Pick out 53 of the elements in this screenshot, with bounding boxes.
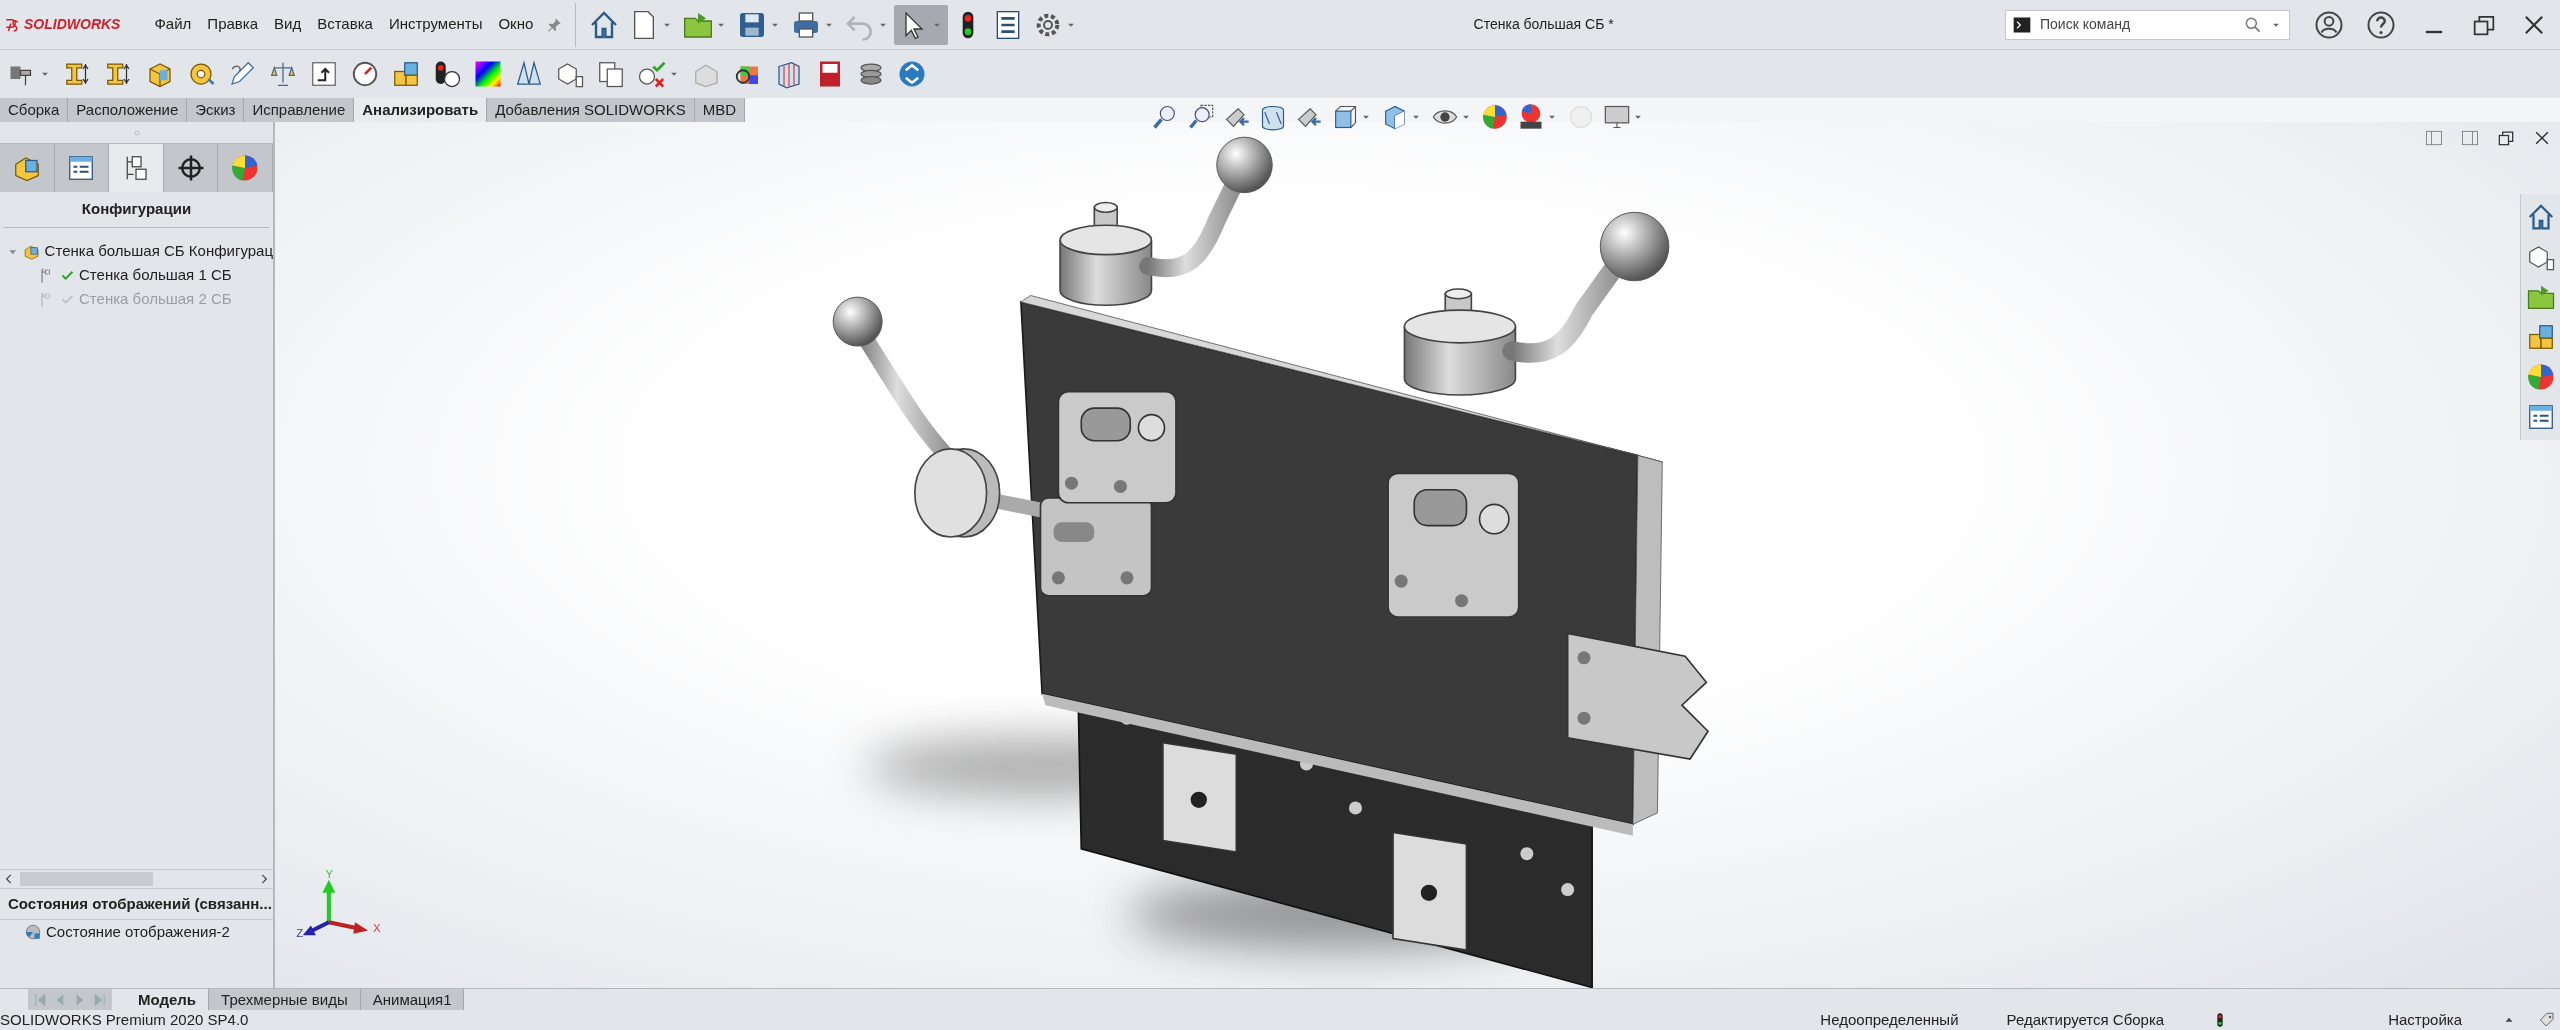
menu-item[interactable]: Правка bbox=[199, 9, 266, 40]
panel-right-icon[interactable] bbox=[2460, 128, 2480, 148]
units-button[interactable]: Настройка bbox=[2388, 1010, 2462, 1030]
section-title: Состояния отображений (связанн... bbox=[0, 888, 273, 920]
document-title: Стенка большая СБ * bbox=[1472, 15, 1615, 34]
arrow-box-icon[interactable] bbox=[309, 59, 339, 89]
tree-item[interactable]: Стенка большая 1 СБ bbox=[79, 264, 232, 287]
tag-icon[interactable] bbox=[2538, 1011, 2556, 1029]
display-state-icon bbox=[24, 923, 42, 941]
scrollbar-thumb[interactable] bbox=[20, 871, 153, 886]
sheet-tab[interactable]: Трехмерные виды bbox=[209, 989, 361, 1010]
panel-tab[interactable] bbox=[163, 144, 219, 192]
app-logo: SOLIDWORKS bbox=[24, 15, 121, 34]
tree-item[interactable]: Стенка большая СБ Конфигурац bbox=[44, 240, 273, 263]
status-text: Недоопределенный bbox=[1820, 1010, 1959, 1030]
menu-item[interactable]: Файл bbox=[146, 9, 200, 40]
axis-label: Y bbox=[325, 868, 334, 881]
menu-item[interactable]: Вид bbox=[266, 9, 310, 40]
command-tab[interactable]: Анализировать bbox=[354, 98, 488, 122]
zoom-area-icon[interactable] bbox=[1187, 103, 1215, 131]
menu-item[interactable]: Инструменты bbox=[380, 9, 491, 40]
command-tab[interactable]: Эскиз bbox=[187, 98, 245, 122]
search-field[interactable]: Поиск команд bbox=[2005, 9, 2290, 40]
axis-triad-icon bbox=[302, 879, 369, 936]
axis-label: X bbox=[372, 922, 381, 935]
panel-title: Конфигурации bbox=[4, 192, 269, 228]
blocks-icon[interactable] bbox=[391, 59, 421, 89]
menu-item[interactable]: Окно bbox=[490, 9, 542, 40]
command-tab[interactable]: Сборка bbox=[0, 98, 69, 122]
panel-tab[interactable] bbox=[109, 144, 164, 192]
search-input[interactable]: Поиск команд bbox=[2038, 13, 2237, 36]
command-tab[interactable]: Добавления SOLIDWORKS bbox=[487, 98, 695, 122]
color-ball-icon[interactable] bbox=[1481, 103, 1509, 131]
status-text: Редактируется Сборка bbox=[2006, 1010, 2165, 1030]
color-ball-icon[interactable] bbox=[2525, 362, 2556, 392]
command-tab[interactable]: Исправление bbox=[244, 98, 355, 122]
panel-left-icon[interactable] bbox=[2424, 128, 2444, 148]
panel-tab[interactable] bbox=[54, 144, 110, 192]
section-view-icon[interactable] bbox=[1259, 103, 1287, 131]
help-icon[interactable] bbox=[2366, 9, 2396, 40]
gauge-icon[interactable] bbox=[350, 59, 380, 89]
axis-label: Z bbox=[296, 926, 304, 939]
command-tab[interactable]: MBD bbox=[694, 98, 746, 122]
display-state-item[interactable]: Состояние отображения-2 bbox=[46, 920, 230, 944]
swirl-icon[interactable] bbox=[897, 59, 927, 89]
monitor-icon[interactable] bbox=[1603, 103, 1631, 131]
check-cross-icon[interactable] bbox=[637, 59, 667, 89]
status-text: SOLIDWORKS Premium 2020 SP4.0 bbox=[0, 1010, 249, 1030]
user-icon[interactable] bbox=[2314, 9, 2344, 40]
menu-item[interactable]: Вставка bbox=[309, 9, 381, 40]
command-tab[interactable]: Расположение bbox=[68, 98, 188, 122]
sheet-tab[interactable]: Анимация1 bbox=[360, 989, 465, 1010]
documents-icon[interactable] bbox=[596, 59, 626, 89]
